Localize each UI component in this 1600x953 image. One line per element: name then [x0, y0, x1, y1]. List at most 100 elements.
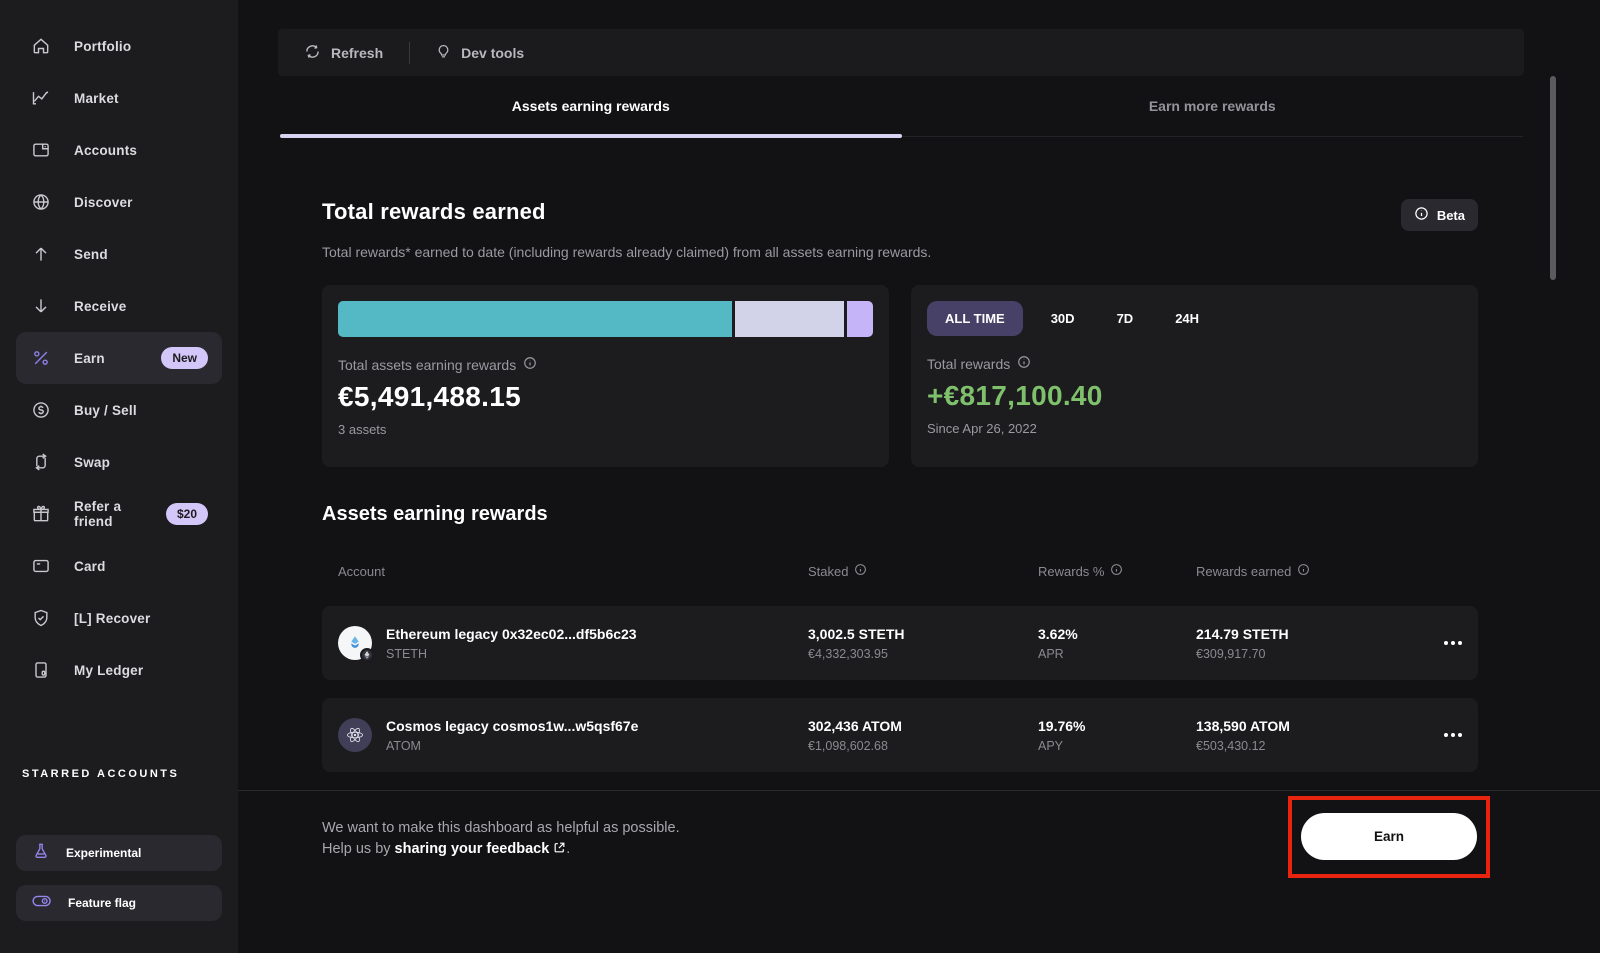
bar-segment-lavender	[735, 301, 843, 337]
page-subtitle: Total rewards* earned to date (including…	[322, 244, 1478, 260]
feedback-link[interactable]: sharing your feedback	[395, 841, 550, 857]
beta-badge: Beta	[1401, 199, 1478, 231]
footer: We want to make this dashboard as helpfu…	[238, 790, 1600, 953]
vertical-scrollbar[interactable]	[1550, 76, 1556, 280]
rate-type: APR	[1038, 647, 1196, 661]
earn-button[interactable]: Earn	[1301, 813, 1477, 860]
sidebar-item-buy-sell[interactable]: Buy / Sell	[16, 384, 222, 436]
toggle-icon	[32, 892, 52, 915]
refresh-icon	[304, 43, 321, 63]
globe-icon	[30, 191, 52, 213]
page-title: Total rewards earned	[322, 199, 546, 225]
rate: 19.76%	[1038, 718, 1196, 734]
refresh-button[interactable]: Refresh	[304, 43, 383, 63]
ellipsis-menu-icon[interactable]	[1422, 733, 1462, 737]
rewards-since: Since Apr 26, 2022	[927, 421, 1462, 436]
feedback-line1: We want to make this dashboard as helpfu…	[322, 818, 680, 839]
sidebar-item-receive[interactable]: Receive	[16, 280, 222, 332]
starred-accounts-heading: STARRED ACCOUNTS	[22, 768, 238, 780]
refresh-label: Refresh	[331, 45, 383, 61]
info-icon	[1414, 206, 1429, 224]
earned-fiat: €503,430.12	[1196, 739, 1422, 753]
range-7d[interactable]: 7D	[1103, 301, 1148, 336]
table-title: Assets earning rewards	[322, 503, 1478, 526]
sidebar-item-label: Market	[74, 91, 119, 106]
sidebar: Portfolio Market Accounts Discover Send	[0, 0, 238, 953]
account-name: Ethereum legacy 0x32ec02...df5b6c23	[386, 626, 637, 642]
column-staked: Staked	[808, 563, 1038, 579]
dev-tools-label: Dev tools	[461, 45, 524, 61]
info-icon[interactable]	[1110, 563, 1123, 579]
account-name: Cosmos legacy cosmos1w...w5qsf67e	[386, 718, 638, 734]
column-account: Account	[338, 564, 808, 579]
dev-tools-button[interactable]: Dev tools	[436, 43, 524, 63]
sidebar-item-refer[interactable]: Refer a friend $20	[16, 488, 222, 540]
app-window: Portfolio Market Accounts Discover Send	[0, 0, 1600, 953]
sidebar-item-label: Accounts	[74, 143, 137, 158]
sidebar-item-market[interactable]: Market	[16, 72, 222, 124]
account-ticker: STETH	[386, 647, 637, 661]
steth-coin-icon	[338, 626, 372, 660]
column-rewards-earned: Rewards earned	[1196, 563, 1422, 579]
home-icon	[30, 35, 52, 57]
sidebar-item-label: Portfolio	[74, 39, 131, 54]
new-badge: New	[161, 347, 208, 369]
staked-amount: 3,002.5 STETH	[808, 626, 1038, 642]
experimental-button[interactable]: Experimental	[16, 835, 222, 871]
feature-flag-button[interactable]: Feature flag	[16, 885, 222, 921]
sidebar-item-send[interactable]: Send	[16, 228, 222, 280]
rate: 3.62%	[1038, 626, 1196, 642]
toolbar-divider	[409, 42, 410, 64]
time-range-selector: ALL TIME 30D 7D 24H	[927, 301, 1462, 336]
sidebar-item-swap[interactable]: Swap	[16, 436, 222, 488]
sidebar-bottom: Experimental Feature flag	[0, 835, 238, 921]
column-rewards-pct: Rewards %	[1038, 563, 1196, 579]
range-30d[interactable]: 30D	[1037, 301, 1089, 336]
total-rewards-card: ALL TIME 30D 7D 24H Total rewards +€817,…	[911, 285, 1478, 467]
total-rewards-label: Total rewards	[927, 356, 1010, 372]
tab-assets-earning-rewards[interactable]: Assets earning rewards	[280, 76, 902, 136]
tab-earn-more-rewards[interactable]: Earn more rewards	[902, 76, 1524, 136]
lightbulb-icon	[436, 43, 451, 63]
staked-fiat: €4,332,303.95	[808, 647, 1038, 661]
sidebar-item-recover[interactable]: [L] Recover	[16, 592, 222, 644]
sidebar-item-label: Discover	[74, 195, 133, 210]
info-icon[interactable]	[523, 356, 537, 373]
total-assets-value: €5,491,488.15	[338, 381, 873, 413]
table-row[interactable]: Cosmos legacy cosmos1w...w5qsf67e ATOM 3…	[322, 698, 1478, 772]
ellipsis-menu-icon[interactable]	[1422, 641, 1462, 645]
sidebar-item-accounts[interactable]: Accounts	[16, 124, 222, 176]
total-assets-card: Total assets earning rewards €5,491,488.…	[322, 285, 889, 467]
main-panel: Refresh Dev tools Assets earning rewards…	[238, 0, 1600, 953]
earned-amount: 214.79 STETH	[1196, 626, 1422, 642]
percent-icon	[30, 347, 52, 369]
assets-count: 3 assets	[338, 422, 873, 437]
sidebar-item-label: Refer a friend	[74, 499, 144, 529]
sidebar-item-label: Send	[74, 247, 108, 262]
table-row[interactable]: Ethereum legacy 0x32ec02...df5b6c23 STET…	[322, 606, 1478, 680]
sidebar-item-discover[interactable]: Discover	[16, 176, 222, 228]
sidebar-item-label: My Ledger	[74, 663, 143, 678]
sidebar-item-earn[interactable]: Earn New	[16, 332, 222, 384]
highlight-annotation-box: Earn	[1288, 796, 1490, 878]
bar-segment-teal	[338, 301, 732, 337]
total-rewards-value: +€817,100.40	[927, 380, 1462, 412]
range-all-time[interactable]: ALL TIME	[927, 301, 1023, 336]
feedback-line2: Help us by sharing your feedback .	[322, 839, 680, 861]
sidebar-item-card[interactable]: Card	[16, 540, 222, 592]
sidebar-item-label: Card	[74, 559, 106, 574]
assets-allocation-bar	[338, 301, 873, 337]
sidebar-item-label: Receive	[74, 299, 126, 314]
sidebar-item-my-ledger[interactable]: My Ledger	[16, 644, 222, 696]
info-icon[interactable]	[1017, 355, 1031, 372]
info-icon[interactable]	[1297, 563, 1310, 579]
content-area: Total rewards earned Beta Total rewards*…	[322, 137, 1478, 772]
range-24h[interactable]: 24H	[1161, 301, 1213, 336]
eth-mini-badge	[360, 648, 374, 662]
ledger-device-icon	[30, 659, 52, 681]
arrow-down-icon	[30, 295, 52, 317]
atom-coin-icon	[338, 718, 372, 752]
sidebar-item-portfolio[interactable]: Portfolio	[16, 20, 222, 72]
feature-flag-label: Feature flag	[68, 896, 136, 910]
info-icon[interactable]	[854, 563, 867, 579]
